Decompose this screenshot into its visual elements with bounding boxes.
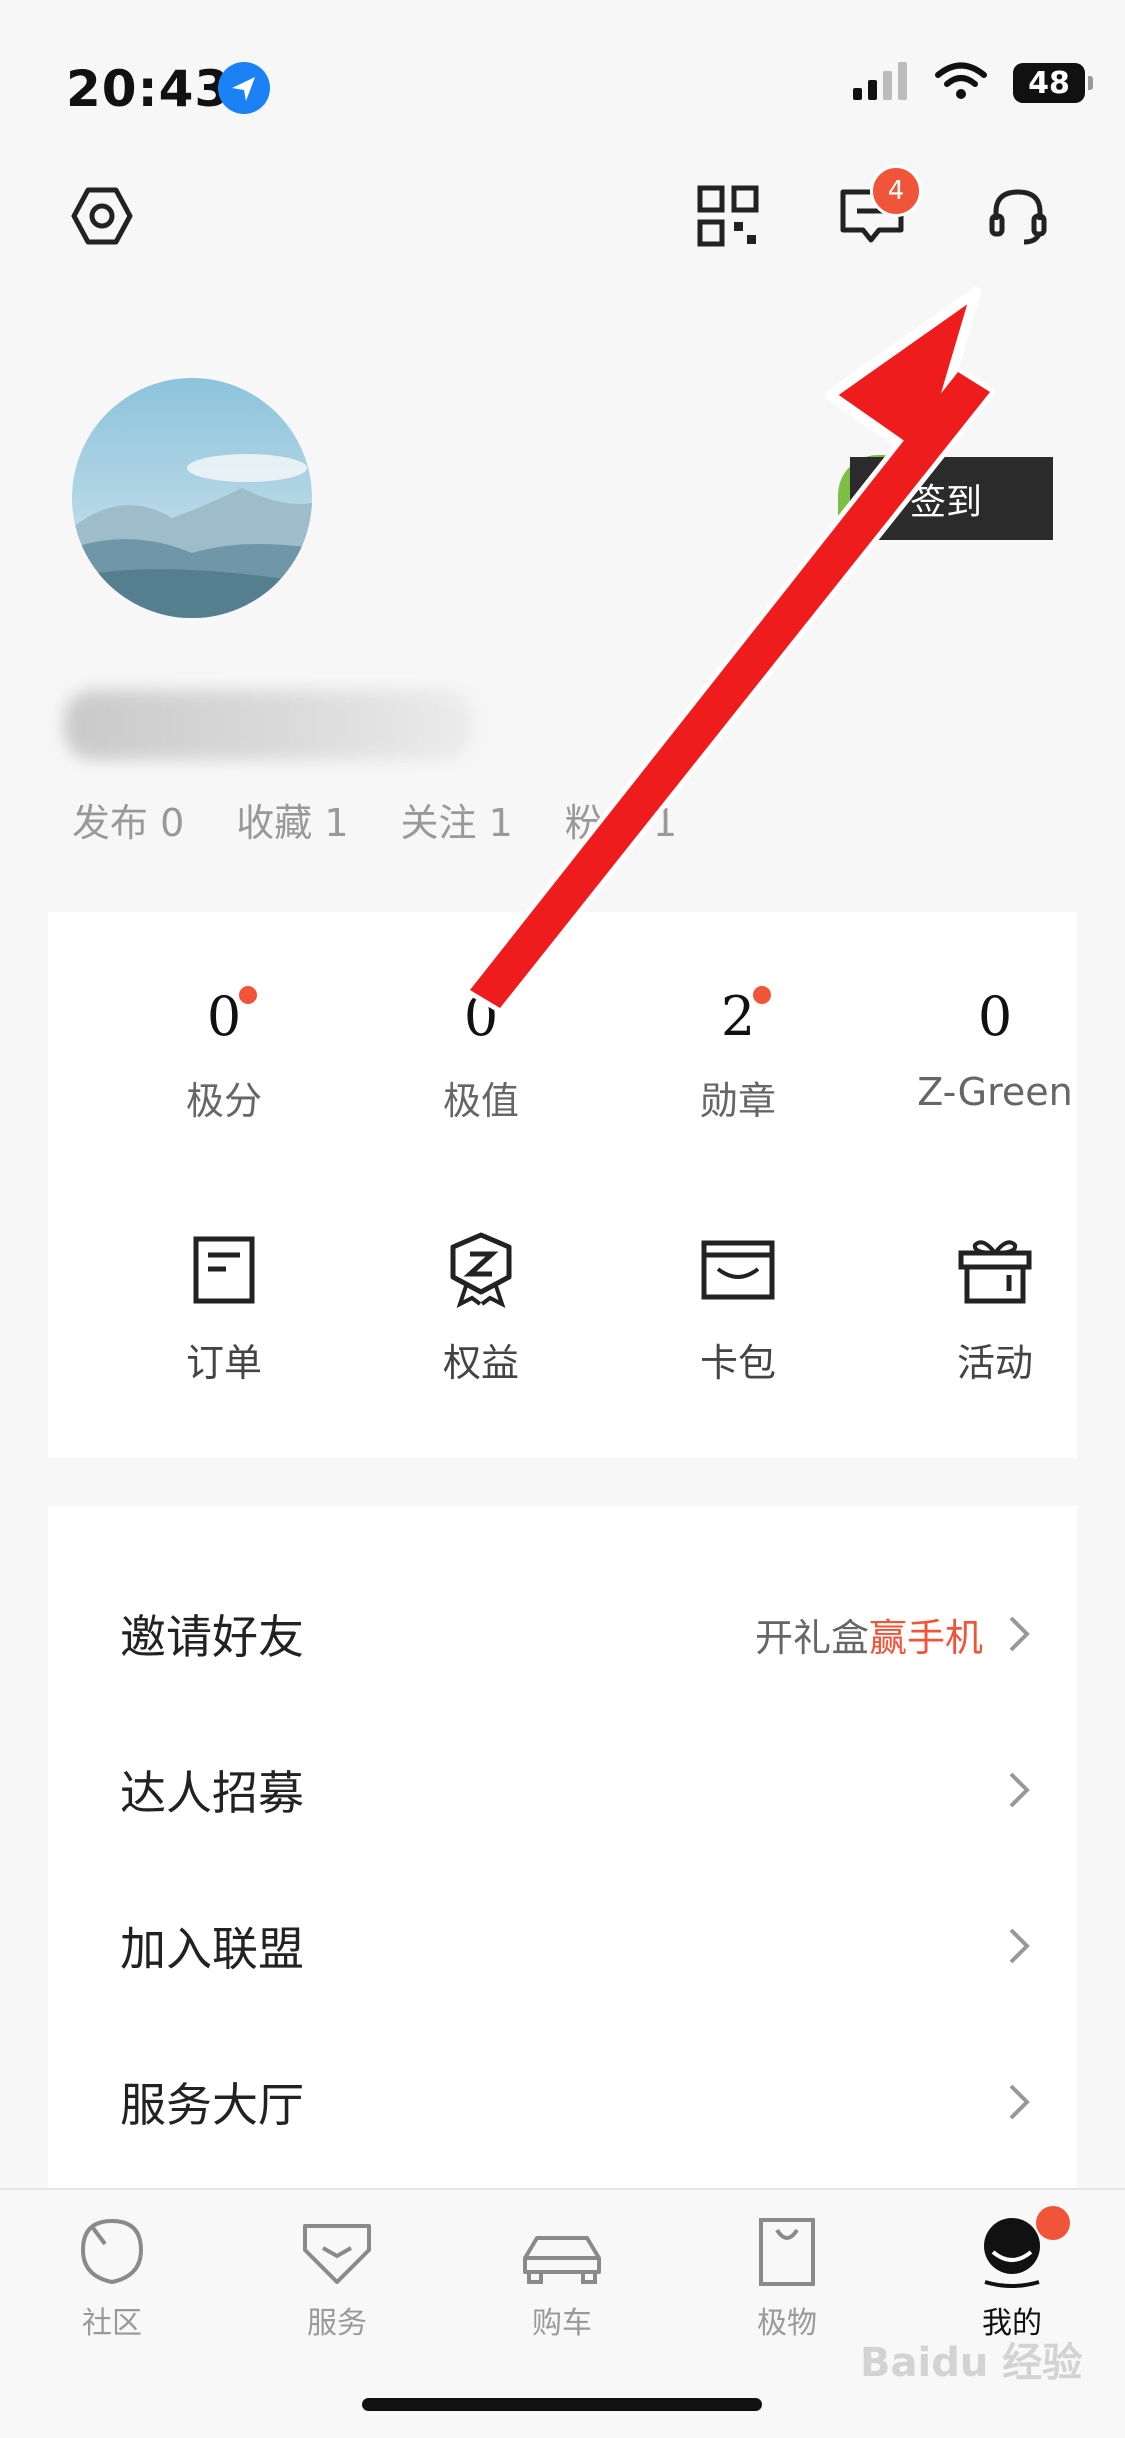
gift-icon bbox=[895, 1230, 1095, 1310]
order-icon bbox=[124, 1230, 324, 1310]
shopping-bag-icon bbox=[712, 2210, 862, 2288]
tool-label: 卡包 bbox=[699, 1341, 776, 1385]
metric-value: 2 bbox=[720, 985, 756, 1048]
qr-code-button[interactable] bbox=[692, 180, 764, 252]
community-icon bbox=[37, 2210, 187, 2288]
avatar[interactable] bbox=[72, 378, 312, 618]
tool-label: 权益 bbox=[442, 1341, 519, 1385]
status-time: 20:43 bbox=[66, 60, 231, 118]
notification-dot bbox=[1036, 2206, 1070, 2240]
home-indicator[interactable] bbox=[362, 2398, 762, 2411]
metric-medals[interactable]: 2 勋章 bbox=[638, 986, 838, 1125]
metric-label: 极值 bbox=[442, 1079, 519, 1123]
benefits-button[interactable]: 权益 bbox=[381, 1230, 581, 1387]
metric-label: 极分 bbox=[185, 1079, 262, 1123]
qr-code-icon bbox=[697, 185, 759, 247]
tool-label: 活动 bbox=[956, 1341, 1033, 1385]
hexagon-settings-icon bbox=[71, 187, 133, 245]
benefits-icon bbox=[381, 1230, 581, 1310]
chevron-right-icon bbox=[1009, 1772, 1030, 1808]
orders-button[interactable]: 订单 bbox=[124, 1230, 324, 1387]
tab-buy-car[interactable]: 购车 bbox=[487, 2210, 637, 2342]
message-count-badge: 4 bbox=[870, 165, 922, 217]
metric-value: 0 bbox=[977, 985, 1013, 1048]
tab-label: 购车 bbox=[532, 2306, 592, 2341]
notification-dot bbox=[496, 986, 515, 1004]
car-icon bbox=[487, 2210, 637, 2288]
notification-dot bbox=[753, 986, 772, 1004]
location-icon bbox=[218, 62, 270, 114]
metric-points[interactable]: 0 极分 bbox=[124, 986, 324, 1125]
username-blurred bbox=[64, 690, 474, 760]
metric-z-green[interactable]: 0 Z-Green bbox=[895, 990, 1095, 1115]
customer-service-button[interactable] bbox=[982, 180, 1054, 252]
tool-label: 订单 bbox=[185, 1341, 262, 1385]
tab-label: 服务 bbox=[307, 2306, 367, 2341]
chevron-right-icon bbox=[1009, 1616, 1030, 1652]
metric-label: Z-Green bbox=[917, 1070, 1073, 1114]
cellular-signal-icon bbox=[853, 62, 909, 104]
profile-stats: 发布 0 收藏 1 关注 1 粉丝 1 bbox=[72, 792, 677, 847]
posts-count[interactable]: 发布 0 bbox=[72, 792, 184, 847]
signin-button[interactable]: 签到 bbox=[850, 457, 1053, 540]
activities-button[interactable]: 活动 bbox=[895, 1230, 1095, 1387]
menu-item-label: 服务大厅 bbox=[120, 2078, 304, 2132]
menu-item-label: 达人招募 bbox=[120, 1766, 304, 1820]
metric-value: 0 bbox=[463, 985, 499, 1048]
menu-item-join-alliance[interactable]: 加入联盟 bbox=[48, 1868, 1077, 2024]
watermark: Baidu 经验 bbox=[860, 2340, 1083, 2386]
menu-item-invite-friends[interactable]: 邀请好友 开礼盒赢手机 bbox=[48, 1556, 1077, 1712]
tab-shop[interactable]: 极物 bbox=[712, 2210, 862, 2342]
battery-indicator: 48 bbox=[1013, 63, 1093, 103]
settings-button[interactable] bbox=[66, 180, 138, 252]
account-overview-card: 0 极分 0 极值 2 勋章 0 Z-Green 订单 权益 卡包 活动 bbox=[48, 912, 1077, 1458]
card-wallet-button[interactable]: 卡包 bbox=[638, 1230, 838, 1387]
promo-highlight: 赢手机 bbox=[868, 1615, 983, 1660]
notification-dot bbox=[239, 986, 258, 1004]
wifi-icon bbox=[935, 62, 987, 104]
metric-value: 0 bbox=[206, 985, 242, 1048]
metric-label: 勋章 bbox=[699, 1079, 776, 1123]
chevron-right-icon bbox=[1009, 2084, 1030, 2120]
tab-service[interactable]: 服务 bbox=[262, 2210, 412, 2342]
fans-count[interactable]: 粉丝 1 bbox=[565, 792, 677, 847]
headset-icon bbox=[989, 189, 1047, 245]
tab-community[interactable]: 社区 bbox=[37, 2210, 187, 2342]
tab-label: 社区 bbox=[82, 2306, 142, 2341]
chevron-right-icon bbox=[1009, 1928, 1030, 1964]
menu-item-label: 邀请好友 bbox=[120, 1610, 304, 1664]
promo-text: 开礼盒 bbox=[754, 1615, 869, 1660]
menu-item-talent-recruitment[interactable]: 达人招募 bbox=[48, 1712, 1077, 1868]
menu-item-service-hall[interactable]: 服务大厅 bbox=[48, 2024, 1077, 2180]
service-icon bbox=[262, 2210, 412, 2288]
menu-list: 邀请好友 开礼盒赢手机 达人招募 加入联盟 服务大厅 bbox=[48, 1506, 1077, 2196]
favorites-count[interactable]: 收藏 1 bbox=[236, 792, 348, 847]
menu-item-label: 加入联盟 bbox=[120, 1922, 304, 1976]
card-wallet-icon bbox=[638, 1230, 838, 1310]
metric-value-points[interactable]: 0 极值 bbox=[381, 986, 581, 1125]
following-count[interactable]: 关注 1 bbox=[401, 792, 513, 847]
tab-label: 极物 bbox=[757, 2306, 817, 2341]
